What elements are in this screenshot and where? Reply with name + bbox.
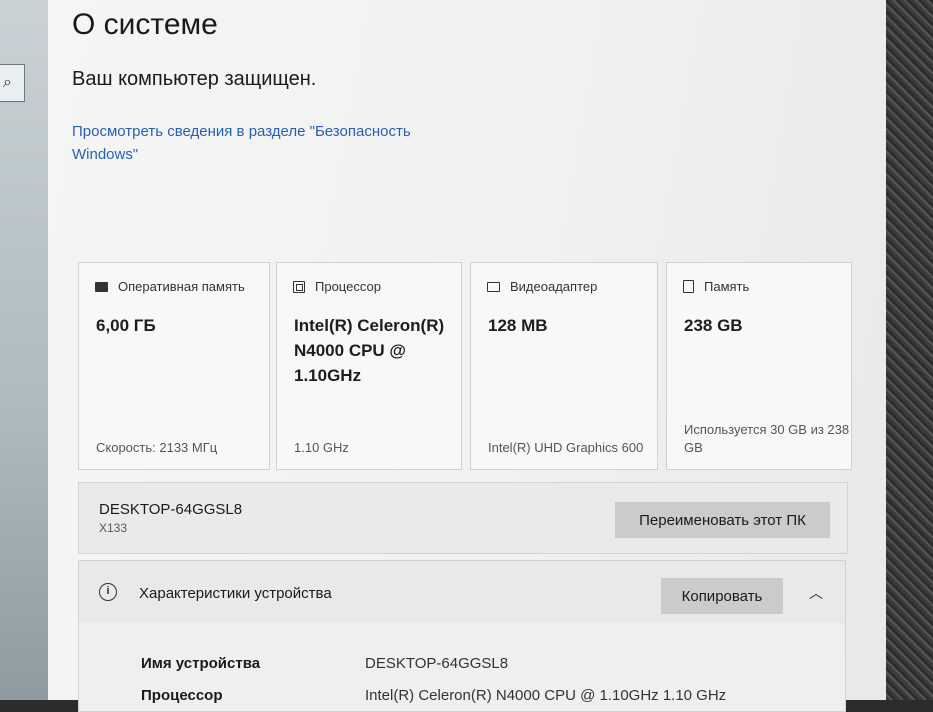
device-specs-panel: i Характеристики устройства Копировать ︿… [78, 560, 846, 712]
processor-icon [293, 280, 305, 293]
windows-security-link[interactable]: Просмотреть сведения в разделе "Безопасн… [72, 120, 462, 166]
device-specs-header[interactable]: i Характеристики устройства Копировать ︿ [79, 561, 845, 623]
spec-value: Intel(R) Celeron(R) N4000 CPU @ 1.10GHz … [365, 687, 727, 704]
card-processor: Процессор Intel(R) Celeron(R) N4000 CPU … [276, 262, 462, 470]
search-icon: ⌕ [3, 72, 12, 91]
spec-label: Процессор [141, 687, 223, 704]
desktop-left-strip: ⌕ [0, 0, 48, 700]
info-icon: i [99, 583, 117, 601]
card-ram: Оперативная память 6,00 ГБ Скорость: 213… [78, 262, 270, 470]
memory-icon [95, 281, 108, 292]
card-storage: Память 238 GB Используется 30 GB из 238 … [666, 262, 852, 470]
storage-icon [683, 280, 694, 293]
card-value: Intel(R) Celeron(R) N4000 CPU @ 1.10GHz [294, 316, 445, 385]
rename-pc-button[interactable]: Переименовать этот ПК [615, 502, 830, 538]
copy-button[interactable]: Копировать [661, 578, 783, 614]
search-button[interactable]: ⌕ [0, 64, 25, 102]
computer-model: X133 [99, 521, 128, 535]
display-adapter-icon [487, 281, 500, 292]
card-display-adapter: Видеоадаптер 128 MB Intel(R) UHD Graphic… [470, 262, 658, 470]
card-subtext: Скорость: 2133 МГц [96, 440, 218, 455]
computer-name-panel: DESKTOP-64GGSL8 X133 Переименовать этот … [78, 482, 848, 554]
page-title: О системе [72, 8, 218, 41]
settings-window: О системе Ваш компьютер защищен. Просмот… [48, 0, 886, 712]
card-label: Процессор [315, 279, 381, 294]
desktop-right-strip [886, 0, 933, 700]
device-specs-title: Характеристики устройства [139, 585, 332, 602]
card-value: 238 GB [684, 316, 743, 335]
card-value: 128 MB [488, 316, 548, 335]
card-label: Память [704, 279, 750, 294]
spec-label: Имя устройства [141, 655, 261, 672]
chevron-up-icon[interactable]: ︿ [809, 583, 823, 603]
card-subtext: 1.10 GHz [294, 440, 349, 455]
card-label: Видеоадаптер [510, 279, 598, 294]
card-label: Оперативная память [118, 279, 245, 294]
spec-value: DESKTOP-64GGSL8 [365, 655, 509, 672]
card-subtext: Используется 30 GB из 238 GB [684, 422, 850, 455]
card-subtext: Intel(R) UHD Graphics 600 [488, 440, 644, 455]
card-value: 6,00 ГБ [96, 316, 156, 335]
protection-status: Ваш компьютер защищен. [72, 68, 317, 90]
computer-name: DESKTOP-64GGSL8 [99, 501, 243, 518]
